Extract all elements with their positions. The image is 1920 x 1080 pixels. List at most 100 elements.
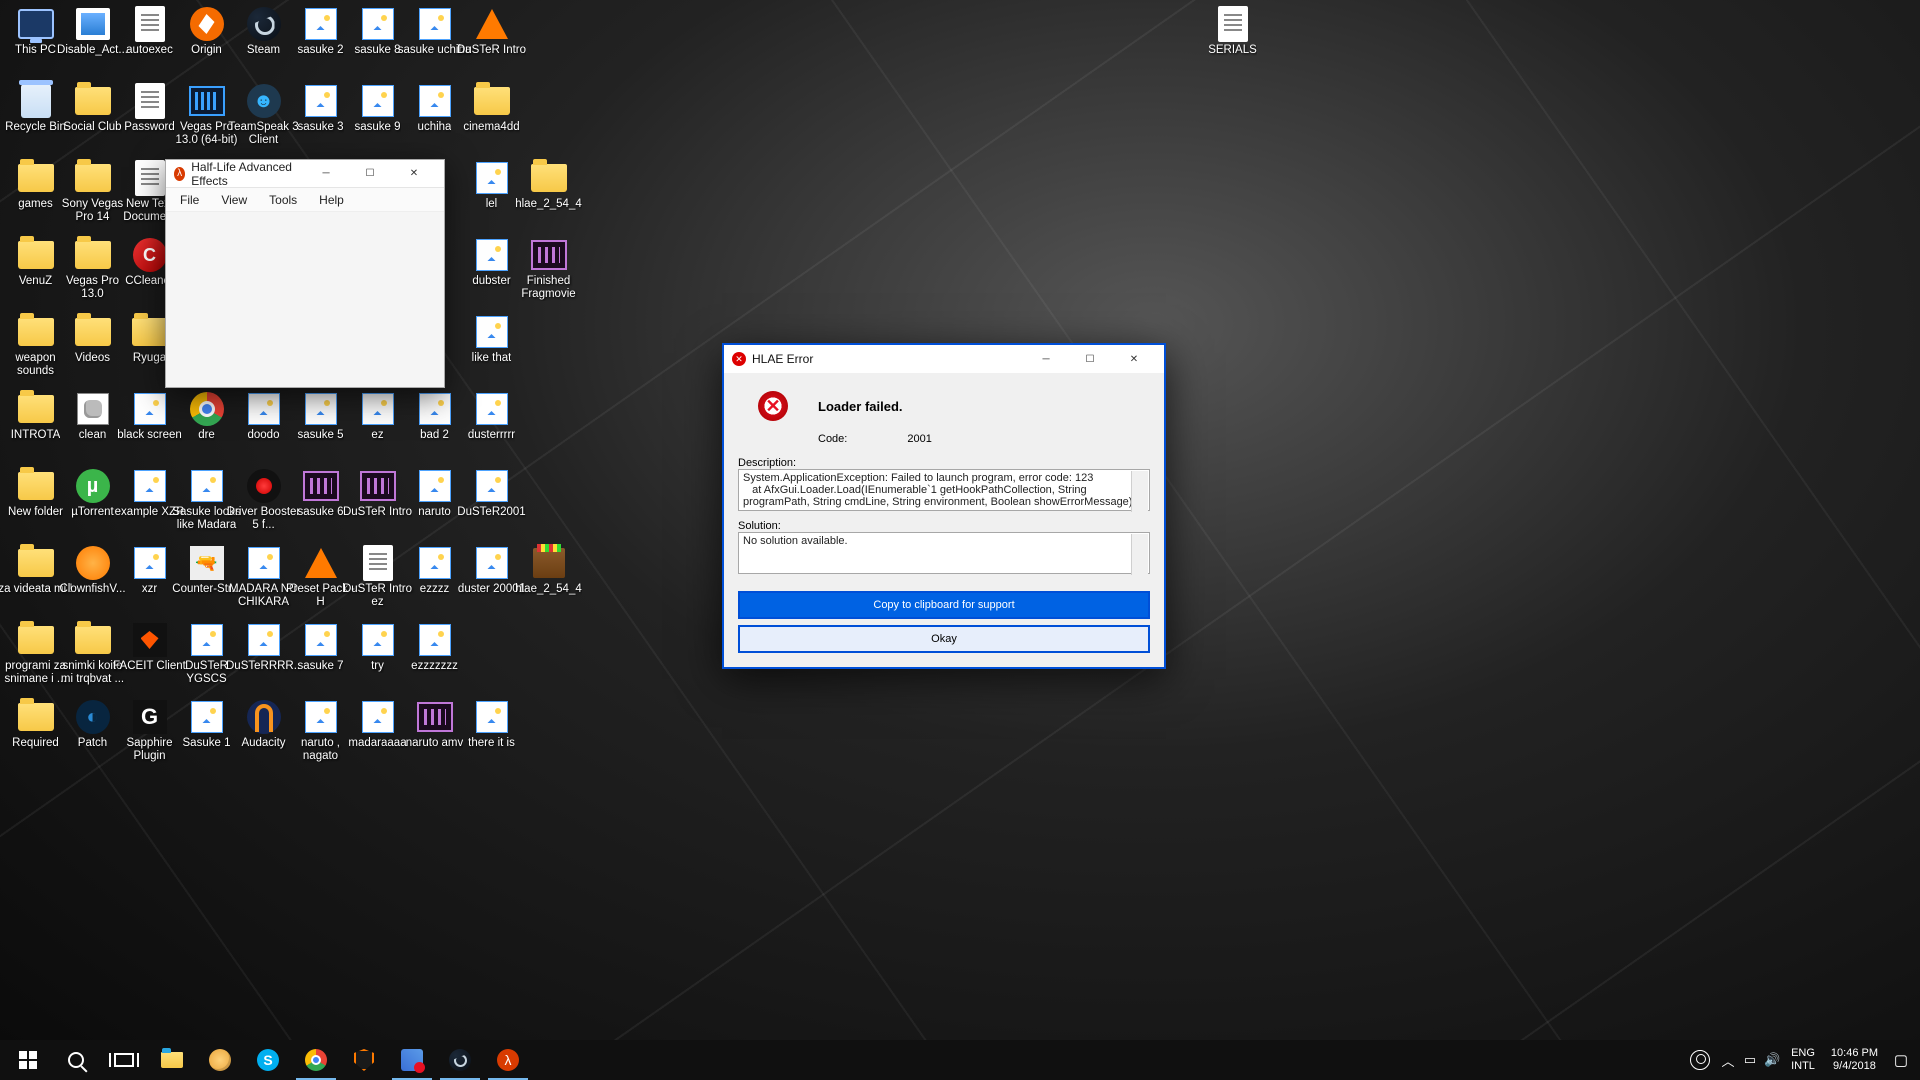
icon-label: This PC [15,44,56,57]
dusterintro-icon[interactable]: DuSTeR Intro [454,4,529,57]
thereitis-icon[interactable]: there it is [454,697,529,750]
clock-date: 9/4/2018 [1831,1060,1878,1073]
error-sol-text[interactable] [738,532,1150,574]
icon-label: VenuZ [19,275,52,288]
icon-label: clean [79,429,107,442]
error-desc-text[interactable] [738,469,1150,511]
ezzzzzzz-icon[interactable]: ezzzzzzz [397,620,472,673]
icon-label: DuSTeR2001 [457,506,525,519]
notifications-button[interactable]: ▢ [1886,1040,1916,1080]
finishedfrag-icon[interactable]: Finished Fragmovie [511,235,586,301]
icon-label: Finished Fragmovie [511,275,586,301]
error-sol-label: Solution: [738,520,1150,532]
clock-time: 10:46 PM [1831,1047,1878,1060]
hlae-body [166,212,444,387]
error-minimize-button[interactable]: ─ [1024,345,1068,373]
hlae-error-dialog[interactable]: HLAE Error ─ ☐ ✕ Loader failed. Code: 20… [722,343,1166,669]
icon-label: sasuke 5 [297,429,343,442]
search-button[interactable] [52,1040,100,1080]
icon-label: Patch [78,737,107,750]
tray-chevron-icon[interactable]: ︿ [1717,1051,1739,1070]
icon-label: like that [472,352,512,365]
okay-button[interactable]: Okay [738,625,1150,653]
error-titlebar-icon [732,352,746,366]
hlae-taskbar[interactable] [484,1040,532,1080]
icon-label: uchiha [418,121,452,134]
hlae-menubar: File View Tools Help [166,188,444,212]
icon-label: sasuke 6 [297,506,343,519]
icon-label: ez [371,429,383,442]
error-code-value: 2001 [907,433,931,445]
error-title: HLAE Error [752,352,813,366]
tray-volume-icon[interactable]: 🔊 [1761,1052,1783,1068]
hlae-titlebar[interactable]: Half-Life Advanced Effects ─ ☐ ✕ [166,160,444,188]
taskview-button[interactable] [100,1040,148,1080]
icon-label: µTorrent [71,506,113,519]
hlae-title: Half-Life Advanced Effects [191,160,304,188]
icon-label: bad 2 [420,429,449,442]
menu-view[interactable]: View [211,190,257,210]
icon-label: lel [486,198,498,211]
hlaerar-icon[interactable]: hlae_2_54_4 [511,543,586,596]
error-close-button[interactable]: ✕ [1112,345,1156,373]
menu-help[interactable]: Help [309,190,354,210]
error-code-label: Code: [818,433,847,445]
icon-label: try [371,660,384,673]
shield-taskbar[interactable] [340,1040,388,1080]
menu-tools[interactable]: Tools [259,190,307,210]
icon-label: Sasuke 1 [183,737,231,750]
maximize-button[interactable]: ☐ [348,160,392,188]
icon-label: Origin [191,44,222,57]
error-icon [758,391,788,421]
lang-primary: ENG [1791,1047,1815,1060]
icon-label: dre [198,429,215,442]
icon-label: sasuke 9 [354,121,400,134]
cookie-taskbar[interactable] [196,1040,244,1080]
icon-label: sasuke 2 [297,44,343,57]
icon-label: Ryuga [133,352,166,365]
icon-label: there it is [468,737,515,750]
icon-label: hlae_2_54_4 [515,198,582,211]
icon-label: ezzzzzzz [411,660,458,673]
error-header: Loader failed. [818,399,903,414]
icon-label: sasuke 7 [297,660,343,673]
icon-label: xzr [142,583,157,596]
copy-clipboard-button[interactable]: Copy to clipboard for support [738,591,1150,619]
icon-label: naruto [418,506,451,519]
icon-label: hlae_2_54_4 [515,583,582,596]
chrome-taskbar[interactable] [292,1040,340,1080]
hlaefolder-icon[interactable]: hlae_2_54_4 [511,158,586,211]
icon-label: INTROTA [11,429,61,442]
duster2001img-icon[interactable]: DuSTeR2001 [454,466,529,519]
icon-label: dubster [472,275,510,288]
dusterrrrr-icon[interactable]: dusterrrrr [454,389,529,442]
likethat-icon[interactable]: like that [454,312,529,365]
explorer-taskbar[interactable] [148,1040,196,1080]
steam-taskbar[interactable] [436,1040,484,1080]
people-tray[interactable] [1683,1040,1717,1080]
serials-icon[interactable]: SERIALS [1195,4,1270,57]
language-indicator[interactable]: ENG INTL [1783,1047,1823,1073]
minimize-button[interactable]: ─ [304,160,348,188]
icon-label: Password [124,121,175,134]
hlae-icon [174,167,185,181]
icon-label: sasuke 3 [297,121,343,134]
start-button[interactable] [4,1040,52,1080]
close-button[interactable]: ✕ [392,160,436,188]
icon-label: SERIALS [1208,44,1257,57]
taskbar: S ︿ ▭ 🔊 ENG INTL 10:46 PM 9/4/2018 ▢ [0,1040,1920,1080]
skype-taskbar[interactable]: S [244,1040,292,1080]
winhelp-taskbar[interactable] [388,1040,436,1080]
icon-label: doodo [248,429,280,442]
error-maximize-button[interactable]: ☐ [1068,345,1112,373]
clock[interactable]: 10:46 PM 9/4/2018 [1823,1047,1886,1073]
menu-file[interactable]: File [170,190,209,210]
tray-network-icon[interactable]: ▭ [1739,1052,1761,1068]
hlae-window[interactable]: Half-Life Advanced Effects ─ ☐ ✕ File Vi… [165,159,445,388]
icon-label: DuSTeR Intro [457,44,526,57]
icon-label: autoexec [126,44,173,57]
system-tray: ︿ ▭ 🔊 ENG INTL 10:46 PM 9/4/2018 ▢ [1683,1040,1916,1080]
error-desc-label: Description: [738,457,1150,469]
error-titlebar[interactable]: HLAE Error ─ ☐ ✕ [724,345,1164,373]
cinema4dd-icon[interactable]: cinema4dd [454,81,529,134]
